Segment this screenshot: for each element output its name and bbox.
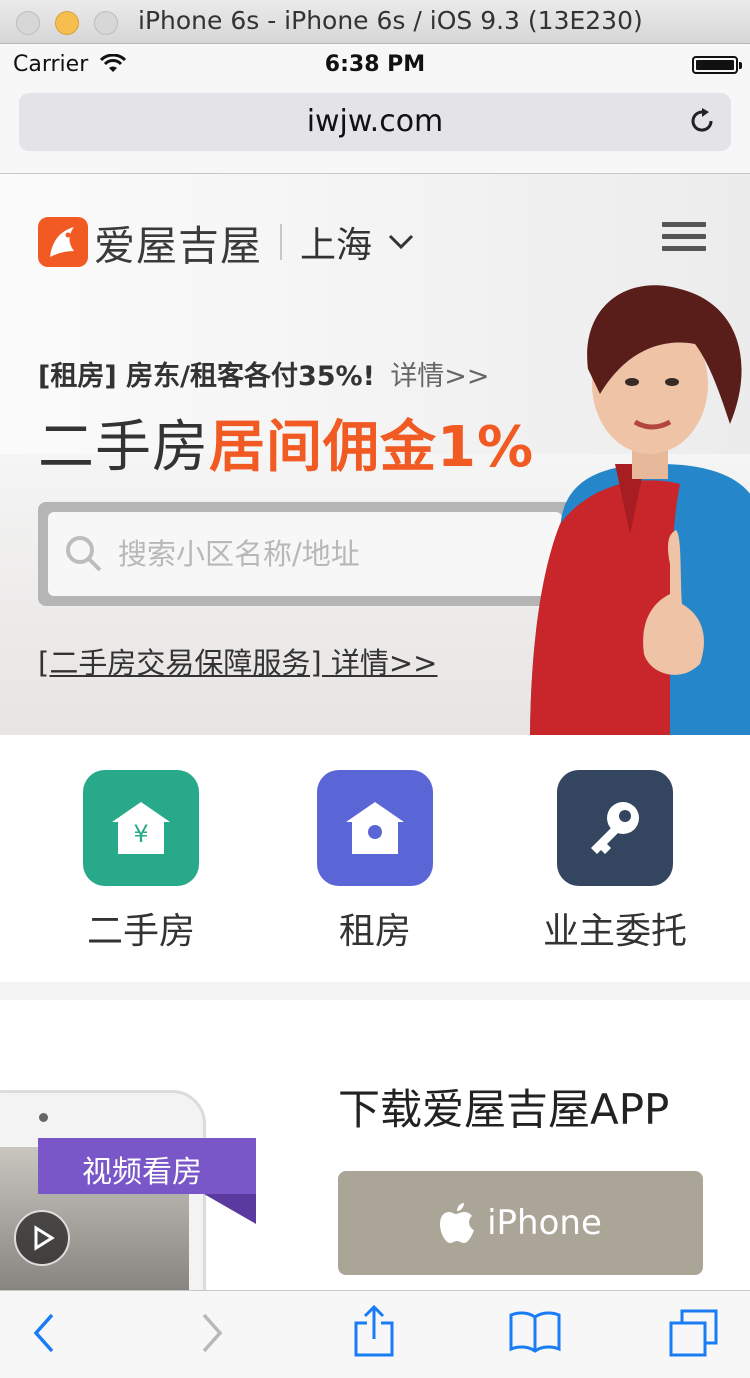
iphone-download-button[interactable]: iPhone xyxy=(338,1171,703,1275)
status-time: 6:38 PM xyxy=(324,52,426,77)
promo-details-link[interactable]: 详情>> xyxy=(390,361,489,392)
play-icon[interactable] xyxy=(14,1210,70,1266)
category-secondhand[interactable]: ¥ 二手房 xyxy=(51,770,231,954)
logo-divider xyxy=(280,224,282,260)
promo-line: [租房] 房东/租客各付35%! 详情>> xyxy=(38,354,490,393)
category-label: 业主委托 xyxy=(542,911,687,952)
forward-icon[interactable] xyxy=(198,1311,226,1355)
house-yen-icon: ¥ xyxy=(83,770,199,886)
headline-plain: 二手房 xyxy=(38,415,209,480)
app-download-title: 下载爱屋吉屋APP xyxy=(338,1085,670,1134)
back-icon[interactable] xyxy=(30,1311,58,1355)
simulator-titlebar: iPhone 6s - iPhone 6s / iOS 9.3 (13E230) xyxy=(0,0,750,44)
battery-icon xyxy=(692,56,742,74)
category-shortcuts: ¥ 二手房 租房 业主委托 xyxy=(0,735,750,982)
category-owner-entrust[interactable]: 业主委托 xyxy=(525,770,705,954)
city-selector[interactable]: 上海 xyxy=(300,216,372,268)
search-field-wrapper[interactable] xyxy=(48,512,562,596)
window-close-button[interactable] xyxy=(16,11,40,35)
category-label: 二手房 xyxy=(86,911,195,952)
browser-address-area: iwjw.com xyxy=(0,86,750,174)
video-viewing-tag: 视频看房 xyxy=(38,1138,256,1224)
promo-tag: [租房] xyxy=(38,361,117,392)
bookmarks-icon[interactable] xyxy=(508,1309,562,1353)
svg-text:¥: ¥ xyxy=(133,820,148,848)
apple-icon xyxy=(440,1203,475,1243)
reload-icon[interactable] xyxy=(687,106,717,136)
spokesperson-image xyxy=(530,285,750,735)
hamburger-menu-icon[interactable] xyxy=(662,222,706,258)
search-icon xyxy=(66,536,102,572)
guarantee-service-link[interactable]: [二手房交易保障服务] 详情>> xyxy=(38,640,437,682)
search-input[interactable] xyxy=(118,512,548,596)
tabs-icon[interactable] xyxy=(668,1309,720,1359)
hero-banner: 爱屋吉屋 上海 [租房] 房东/租客各付35%! 详情>> 二手房居间佣金1% … xyxy=(0,174,750,735)
app-download-section: 视频看房 下载爱屋吉屋APP iPhone xyxy=(0,1000,750,1290)
status-bar: Carrier 6:38 PM xyxy=(0,44,750,86)
section-divider xyxy=(0,982,750,1000)
hero-headline: 二手房居间佣金1% xyxy=(38,402,534,483)
window-minimize-button[interactable] xyxy=(55,11,79,35)
browser-toolbar xyxy=(0,1290,750,1378)
category-rent[interactable]: 租房 xyxy=(285,770,465,954)
chevron-down-icon[interactable] xyxy=(388,234,414,250)
video-tag-text: 视频看房 xyxy=(82,1155,202,1190)
promo-text: 房东/租客各付35%! xyxy=(126,361,375,392)
window-zoom-button[interactable] xyxy=(94,11,118,35)
address-bar[interactable]: iwjw.com xyxy=(19,93,731,151)
key-icon xyxy=(557,770,673,886)
logo-text: 爱屋吉屋 xyxy=(94,222,262,270)
category-label: 租房 xyxy=(338,911,411,952)
headline-accent: 居间佣金1% xyxy=(209,415,535,480)
site-logo[interactable]: 爱屋吉屋 上海 xyxy=(38,212,414,272)
logo-mark-icon xyxy=(38,217,88,267)
simulator-title: iPhone 6s - iPhone 6s / iOS 9.3 (13E230) xyxy=(138,6,643,35)
birdhouse-icon xyxy=(317,770,433,886)
iphone-button-label: iPhone xyxy=(487,1203,602,1243)
url-text: iwjw.com xyxy=(306,104,444,139)
share-icon[interactable] xyxy=(354,1305,394,1357)
search-box xyxy=(38,502,572,606)
